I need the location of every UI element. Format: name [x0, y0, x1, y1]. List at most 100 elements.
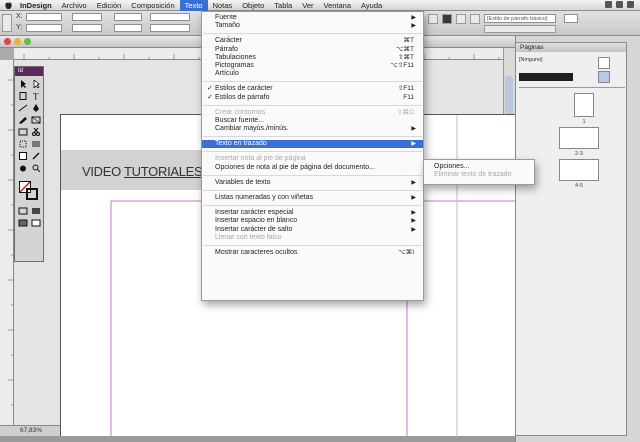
menu-item-label: Estilos de párrafo	[215, 93, 270, 101]
menu-texto[interactable]: Texto	[179, 0, 208, 11]
vertical-ruler[interactable]	[0, 60, 14, 425]
preview-view-icon[interactable]	[31, 219, 41, 227]
menu-tabla[interactable]: Tabla	[269, 0, 297, 11]
master-none-label[interactable]: [Ninguno]	[519, 57, 543, 63]
weight-field[interactable]	[484, 25, 556, 33]
menu-item-label: Variables de texto	[215, 178, 271, 186]
wifi-icon[interactable]	[605, 1, 612, 8]
width-field[interactable]	[72, 13, 102, 21]
menu-item-texto-en-trazado[interactable]: Texto en trazado ▶	[202, 140, 423, 149]
zoom-tool-icon[interactable]	[31, 164, 41, 172]
gradient-tool-icon[interactable]	[31, 140, 41, 148]
pencil-tool-icon[interactable]	[18, 116, 28, 124]
menu-item-buscar-fuente[interactable]: Buscar fuente...	[202, 117, 423, 125]
menu-notas[interactable]: Notas	[208, 0, 238, 11]
menu-item-cambiar-mayus-minus[interactable]: Cambiar mayús./minús. ▶	[202, 125, 423, 133]
tools-panel: Id T	[14, 66, 44, 262]
shear-field[interactable]	[150, 24, 190, 32]
menu-objeto[interactable]: Objeto	[237, 0, 269, 11]
menu-item-listas-numeradas-y-con-vinetas[interactable]: Listas numeradas y con viñetas ▶	[202, 194, 423, 202]
page-thumbnail-4-5[interactable]	[559, 159, 599, 181]
banner-title-underlined: TUTORIALES	[124, 164, 203, 179]
menu-item-shortcut: ⇧F11	[397, 85, 414, 93]
hand-tool-icon[interactable]	[18, 164, 28, 172]
minimize-window-button[interactable]	[14, 38, 21, 45]
rectangle-tool-icon[interactable]	[18, 128, 28, 136]
eyedropper-tool-icon[interactable]	[31, 152, 41, 160]
menu-item-caracter[interactable]: Carácter ⌘T	[202, 37, 423, 45]
menu-item-opciones-de-nota-al-pie-de-pagina-del-documento[interactable]: Opciones de nota al pie de página del do…	[202, 164, 423, 172]
stroke-swatch[interactable]	[26, 188, 38, 200]
menu-item-insertar-espacio-en-blanco[interactable]: Insertar espacio en blanco ▶	[202, 217, 423, 225]
menu-item-pictogramas[interactable]: Pictogramas ⌥⇧F11	[202, 62, 423, 70]
menu-item-estilos-de-parrafo[interactable]: ✓ Estilos de párrafo F11	[202, 94, 423, 102]
menu-item-shortcut: F11	[403, 93, 414, 101]
volume-icon[interactable]	[616, 1, 623, 8]
paragraph-style-field[interactable]: [Estilo de párrafo básico]	[484, 14, 556, 23]
pen-tool-icon[interactable]	[31, 104, 41, 112]
page-tool-icon[interactable]	[18, 92, 28, 100]
menu-item-label: Mostrar caracteres ocultos	[215, 248, 298, 256]
menu-ver[interactable]: Ver	[297, 0, 318, 11]
master-thumbnail-a[interactable]	[598, 57, 610, 69]
selection-tool-icon[interactable]	[18, 80, 28, 88]
direct-selection-tool-icon[interactable]	[31, 80, 41, 88]
scale-y-field[interactable]	[114, 24, 142, 32]
rotate-field[interactable]	[150, 13, 190, 21]
menu-item-tamano[interactable]: Tamaño ▶	[202, 22, 423, 30]
frame-fit-button[interactable]	[442, 14, 452, 24]
menu-edicion[interactable]: Edición	[92, 0, 127, 11]
formatting-container-icon[interactable]	[18, 207, 28, 215]
menu-archivo[interactable]: Archivo	[57, 0, 92, 11]
zoom-window-button[interactable]	[24, 38, 31, 45]
type-tool-icon[interactable]: T	[31, 92, 41, 100]
align-button[interactable]	[456, 14, 466, 24]
app-menu[interactable]: InDesign	[15, 0, 57, 11]
apply-color-icon[interactable]	[31, 207, 41, 215]
menu-item-mostrar-caracteres-ocultos[interactable]: Mostrar caracteres ocultos ⌥⌘I	[202, 249, 423, 257]
menu-item-articulo[interactable]: Artículo	[202, 70, 423, 78]
x-field[interactable]	[26, 13, 62, 21]
menu-ayuda[interactable]: Ayuda	[356, 0, 387, 11]
menu-item-insertar-caracter-especial[interactable]: Insertar carácter especial ▶	[202, 209, 423, 217]
page-thumbnail-2-3[interactable]	[559, 127, 599, 149]
master-selected-row[interactable]	[519, 73, 573, 81]
submenu-item-opciones[interactable]: Opciones...	[424, 163, 534, 171]
menu-item-estilos-de-caracter[interactable]: ✓ Estilos de carácter ⇧F11	[202, 85, 423, 93]
stroke-button[interactable]	[470, 14, 480, 24]
line-tool-icon[interactable]	[18, 104, 28, 112]
zoom-level[interactable]: 67,83%	[20, 427, 42, 434]
scale-x-field[interactable]	[114, 13, 142, 21]
fx-button[interactable]	[428, 14, 438, 24]
menu-item-variables-de-texto[interactable]: Variables de texto ▶	[202, 179, 423, 187]
pages-panel: Páginas [Ninguno] 1 2-3 4-5	[515, 42, 627, 436]
checkmark-icon: ✓	[207, 85, 213, 93]
spotlight-icon[interactable]	[627, 1, 634, 8]
height-field[interactable]	[72, 24, 102, 32]
free-transform-tool-icon[interactable]	[18, 140, 28, 148]
note-tool-icon[interactable]	[18, 152, 28, 160]
apple-icon[interactable]	[4, 0, 13, 10]
normal-view-icon[interactable]	[18, 219, 28, 227]
menu-item-fuente[interactable]: Fuente ▶	[202, 14, 423, 22]
master-thumbnail-b[interactable]	[598, 71, 610, 83]
scissors-tool-icon[interactable]	[31, 128, 41, 136]
rectangle-frame-tool-icon[interactable]	[31, 116, 41, 124]
submenu-arrow-icon: ▶	[411, 195, 416, 201]
close-window-button[interactable]	[4, 38, 11, 45]
page-thumbnail-1[interactable]	[574, 93, 594, 117]
menu-item-label: Artículo	[215, 70, 239, 78]
style-options-button[interactable]	[564, 14, 578, 23]
menu-item-label: Cambiar mayús./minús.	[215, 125, 289, 133]
selection-tool-button[interactable]	[2, 14, 12, 32]
y-field[interactable]	[26, 24, 62, 32]
pages-panel-title[interactable]: Páginas	[516, 43, 626, 52]
menu-item-tabulaciones[interactable]: Tabulaciones ⇧⌘T	[202, 54, 423, 62]
menu-item-parrafo[interactable]: Párrafo ⌥⌘T	[202, 46, 423, 54]
menu-composicion[interactable]: Composición	[126, 0, 179, 11]
menu-item-label: Estilos de carácter	[215, 85, 273, 93]
menu-item-insertar-caracter-de-salto[interactable]: Insertar carácter de salto ▶	[202, 226, 423, 234]
checkmark-icon: ✓	[207, 93, 213, 101]
submenu-arrow-icon: ▶	[411, 226, 416, 233]
menu-ventana[interactable]: Ventana	[319, 0, 357, 11]
